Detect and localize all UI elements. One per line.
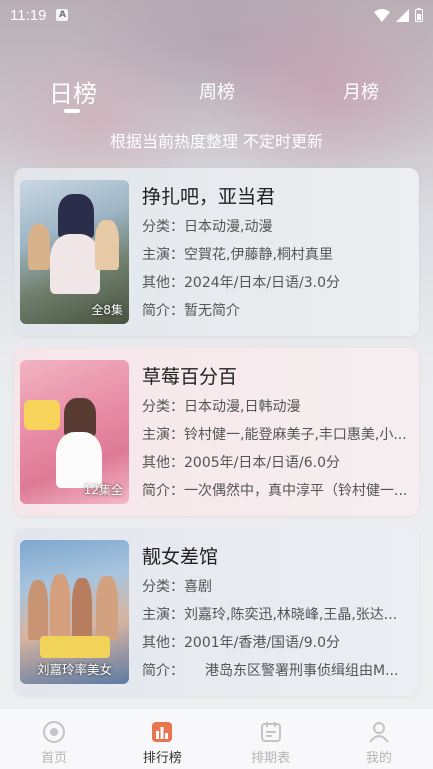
card-other: 其他：2001年/香港/国语/9.0分 <box>142 635 341 651</box>
card-cast: 主演：铃村健一,能登麻美子,丰口惠美,小... <box>142 427 407 443</box>
card-category: 分类：喜剧 <box>142 579 212 595</box>
signal-icon <box>396 8 409 22</box>
ranking-card[interactable]: 刘嘉玲率美女 靓女差馆 分类：喜剧 主演：刘嘉玲,陈奕迅,林晓峰,王晶,张达..… <box>14 528 419 696</box>
episode-badge: 刘嘉玲率美女 <box>36 662 112 677</box>
card-other: 其他：2005年/日本/日语/6.0分 <box>142 455 341 471</box>
status-bar: 11:19 A <box>0 0 433 30</box>
card-title: 挣扎吧，亚当君 <box>142 186 276 208</box>
battery-icon <box>415 8 423 22</box>
nav-schedule[interactable]: 排期表 <box>217 709 325 769</box>
card-title: 靓女差馆 <box>142 546 219 568</box>
bottom-navigation: 首页 排行榜 排期表 我的 <box>0 709 433 769</box>
nav-profile-label: 我的 <box>365 751 392 766</box>
ranking-card[interactable]: 12集全 草莓百分百 分类：日本动漫,日韩动漫 主演：铃村健一,能登麻美子,丰口… <box>14 348 419 516</box>
tab-weekly[interactable]: 周榜 <box>197 78 237 104</box>
poster-image: 全8集 <box>20 180 129 324</box>
schedule-icon <box>259 720 283 744</box>
nav-home-label: 首页 <box>41 751 68 766</box>
card-cast: 主演：刘嘉玲,陈奕迅,林晓峰,王晶,张达... <box>142 607 398 623</box>
card-cast: 主演：空賀花,伊藤静,桐村真里 <box>142 247 333 263</box>
tab-daily[interactable]: 日榜 <box>48 74 98 109</box>
ranking-subtitle: 根据当前热度整理 不定时更新 <box>109 132 324 151</box>
nav-ranking-label: 排行榜 <box>142 751 182 766</box>
nav-home[interactable]: 首页 <box>0 709 108 769</box>
nav-ranking[interactable]: 排行榜 <box>108 709 216 769</box>
wifi-icon <box>374 8 390 22</box>
ranking-icon <box>150 720 174 744</box>
status-time: 11:19 <box>10 6 47 24</box>
ranking-tabs: 日榜 周榜 月榜 <box>0 70 433 114</box>
profile-icon <box>367 720 391 744</box>
card-category: 分类：日本动漫,动漫 <box>142 219 273 235</box>
card-intro: 简介：暂无简介 <box>142 303 240 319</box>
poster-image: 刘嘉玲率美女 <box>20 540 129 684</box>
episode-badge: 全8集 <box>91 303 123 317</box>
nav-profile[interactable]: 我的 <box>325 709 433 769</box>
tab-monthly[interactable]: 月榜 <box>341 78 381 104</box>
nav-schedule-label: 排期表 <box>251 751 291 766</box>
card-title: 草莓百分百 <box>142 366 238 388</box>
tab-indicator <box>64 109 80 113</box>
card-intro: 简介： 港岛东区警署刑事侦缉组由M... <box>142 663 399 679</box>
card-other: 其他：2024年/日本/日语/3.0分 <box>142 275 341 291</box>
notification-icon: A <box>56 9 69 21</box>
episode-badge: 12集全 <box>83 483 123 497</box>
card-intro: 简介：一次偶然中，真中淳平（铃村健一... <box>142 483 408 499</box>
poster-image: 12集全 <box>20 360 129 504</box>
home-icon <box>42 720 66 744</box>
card-category: 分类：日本动漫,日韩动漫 <box>142 399 301 415</box>
ranking-card[interactable]: 全8集 挣扎吧，亚当君 分类：日本动漫,动漫 主演：空賀花,伊藤静,桐村真里 其… <box>14 168 419 336</box>
